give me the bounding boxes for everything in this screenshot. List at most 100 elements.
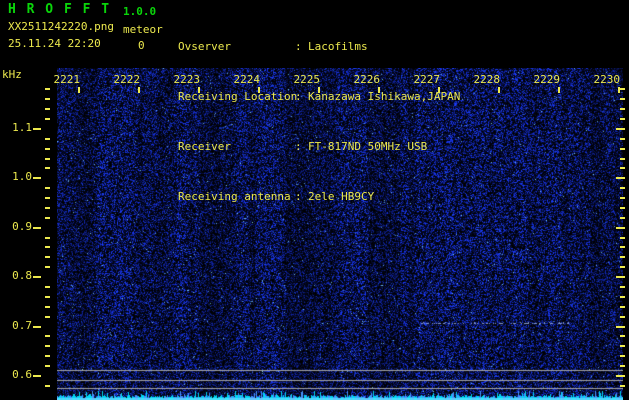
freq-major-tick-right — [616, 375, 625, 377]
time-tick — [618, 87, 620, 93]
freq-minor-tick-right — [620, 148, 625, 150]
time-tick — [378, 87, 380, 93]
freq-minor-tick — [45, 335, 50, 337]
freq-minor-tick — [45, 197, 50, 199]
info-separator: : — [295, 190, 302, 203]
info-row-antenna: Receiving antenna:2ele HB9CY — [178, 191, 460, 203]
freq-tick-label-0.7: 0.7 — [12, 319, 32, 332]
freq-major-tick-right — [616, 227, 625, 229]
freq-minor-tick — [45, 207, 50, 209]
freq-minor-tick — [45, 256, 50, 258]
info-value: 2ele HB9CY — [308, 190, 375, 203]
info-row-observer: Ovserver: Lacofilms — [178, 41, 460, 53]
freq-minor-tick-right — [620, 306, 625, 308]
freq-minor-tick-right — [620, 345, 625, 347]
app-title: H R O F F T — [8, 2, 111, 17]
time-tick-label-2224: 2224 — [233, 73, 261, 86]
freq-minor-tick — [45, 385, 50, 387]
freq-major-tick — [33, 375, 41, 377]
freq-minor-tick-right — [620, 138, 625, 140]
freq-minor-tick-right — [620, 246, 625, 248]
freq-minor-tick — [45, 316, 50, 318]
freq-minor-tick — [45, 158, 50, 160]
freq-minor-tick — [45, 345, 50, 347]
freq-minor-tick-right — [620, 88, 625, 90]
freq-minor-tick — [45, 88, 50, 90]
time-tick-label-2223: 2223 — [173, 73, 201, 86]
freq-minor-tick — [45, 138, 50, 140]
freq-minor-tick — [45, 365, 50, 367]
freq-minor-tick — [45, 296, 50, 298]
freq-minor-tick — [45, 108, 50, 110]
freq-minor-tick — [45, 306, 50, 308]
freq-minor-tick-right — [620, 296, 625, 298]
freq-minor-tick-right — [620, 118, 625, 120]
freq-minor-tick — [45, 237, 50, 239]
freq-minor-tick-right — [620, 385, 625, 387]
time-tick-label-2225: 2225 — [293, 73, 321, 86]
info-label: Receiver — [178, 140, 231, 153]
freq-minor-tick — [45, 148, 50, 150]
freq-major-tick — [33, 177, 41, 179]
freq-minor-tick-right — [620, 256, 625, 258]
freq-tick-label-0.6: 0.6 — [12, 368, 32, 381]
time-tick — [258, 87, 260, 93]
freq-minor-tick — [45, 266, 50, 268]
time-tick-label-2229: 2229 — [533, 73, 561, 86]
time-tick — [438, 87, 440, 93]
freq-major-tick — [33, 326, 41, 328]
freq-minor-tick-right — [620, 286, 625, 288]
time-tick-label-2227: 2227 — [413, 73, 441, 86]
freq-major-tick-right — [616, 128, 625, 130]
freq-minor-tick — [45, 355, 50, 357]
time-tick-label-2221: 2221 — [53, 73, 81, 86]
time-tick — [318, 87, 320, 93]
frame-datetime: 25.11.24 22:20 — [8, 37, 101, 50]
time-tick-label-2222: 2222 — [113, 73, 141, 86]
time-tick-label-2230: 2230 — [593, 73, 621, 86]
freq-minor-tick — [45, 187, 50, 189]
freq-tick-label-0.9: 0.9 — [12, 220, 32, 233]
info-label: Receiving antenna — [178, 190, 291, 203]
freq-minor-tick — [45, 217, 50, 219]
freq-major-tick-right — [616, 177, 625, 179]
time-tick — [78, 87, 80, 93]
freq-minor-tick-right — [620, 335, 625, 337]
freq-major-tick — [33, 227, 41, 229]
freq-minor-tick-right — [620, 365, 625, 367]
time-tick — [558, 87, 560, 93]
hrofft-window: H R O F F T 1.0.0 XX2511242220.png meteo… — [0, 0, 629, 400]
freq-minor-tick-right — [620, 316, 625, 318]
freq-minor-tick-right — [620, 187, 625, 189]
info-value: FT-817ND 50MHz USB — [308, 140, 428, 153]
freq-major-tick-right — [616, 326, 625, 328]
meteor-count: 0 — [138, 39, 145, 52]
time-tick-label-2228: 2228 — [473, 73, 501, 86]
freq-minor-tick — [45, 286, 50, 288]
freq-minor-tick — [45, 118, 50, 120]
time-tick — [138, 87, 140, 93]
station-info: Ovserver: Lacofilms Receiving Location: Ka… — [178, 3, 460, 241]
freq-major-tick — [33, 276, 41, 278]
freq-minor-tick-right — [620, 167, 625, 169]
freq-minor-tick-right — [620, 108, 625, 110]
info-separator: : — [295, 140, 302, 153]
freq-minor-tick-right — [620, 217, 625, 219]
freq-tick-label-1.0: 1.0 — [12, 170, 32, 183]
time-tick — [498, 87, 500, 93]
info-separator: : — [295, 90, 302, 103]
freq-minor-tick-right — [620, 237, 625, 239]
time-tick — [198, 87, 200, 93]
freq-minor-tick — [45, 98, 50, 100]
freq-major-tick — [33, 128, 41, 130]
output-filename: XX2511242220.png — [8, 20, 114, 33]
freq-minor-tick-right — [620, 98, 625, 100]
freq-tick-label-0.8: 0.8 — [12, 269, 32, 282]
freq-minor-tick-right — [620, 158, 625, 160]
info-value: Lacofilms — [308, 40, 368, 53]
mode-label: meteor — [123, 23, 163, 36]
freq-tick-label-1.1: 1.1 — [12, 121, 32, 134]
info-row-receiver: Receiver: FT-817ND 50MHz USB — [178, 141, 460, 153]
info-label: Receiving Location — [178, 90, 298, 103]
app-version: 1.0.0 — [123, 5, 157, 18]
